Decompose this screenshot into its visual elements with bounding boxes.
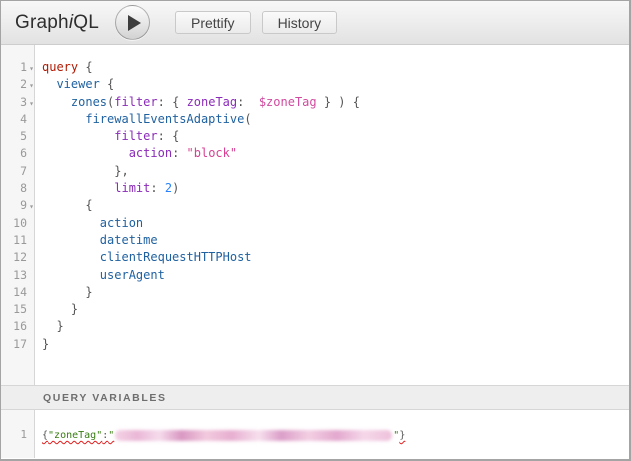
code-line[interactable]: 15 } (1, 302, 629, 319)
line-number: 7 (1, 164, 27, 178)
code-line-text[interactable]: { (36, 198, 93, 212)
logo-text-pre: Graph (15, 12, 69, 33)
code-line[interactable]: 11 datetime (1, 233, 629, 250)
history-button[interactable]: History (262, 11, 338, 34)
code-line-text[interactable]: query { (36, 60, 93, 74)
query-variables-title: QUERY VARIABLES (43, 392, 167, 404)
code-line[interactable]: 17} (1, 337, 629, 354)
code-line-text[interactable]: action: "block" (36, 146, 237, 160)
line-number: 17 (1, 337, 27, 351)
line-number: 16 (1, 319, 27, 333)
line-number: 2 (1, 77, 27, 91)
prettify-button[interactable]: Prettify (175, 11, 251, 34)
execute-query-button[interactable] (115, 5, 150, 40)
code-line-text[interactable]: viewer { (36, 77, 114, 91)
toolbar: GraphiQL Prettify History (1, 1, 629, 45)
line-number: 15 (1, 302, 27, 316)
line-number: 3 (1, 95, 27, 109)
line-number: 14 (1, 285, 27, 299)
code-line[interactable]: 12 clientRequestHTTPHost (1, 250, 629, 267)
code-line[interactable]: 3▾ zones(filter: { zoneTag: $zoneTag } )… (1, 95, 629, 112)
fold-arrow-icon[interactable]: ▾ (29, 202, 34, 211)
code-line-text[interactable]: } (36, 285, 93, 299)
code-line-text[interactable]: clientRequestHTTPHost (36, 250, 252, 264)
code-line[interactable]: 8 limit: 2) (1, 181, 629, 198)
variables-line[interactable]: 1 {"zoneTag":""} (1, 428, 629, 442)
code-line[interactable]: 7 }, (1, 164, 629, 181)
line-number: 12 (1, 250, 27, 264)
code-line[interactable]: 4 firewallEventsAdaptive( (1, 112, 629, 129)
line-number: 13 (1, 268, 27, 282)
code-line[interactable]: 5 filter: { (1, 129, 629, 146)
code-line[interactable]: 9▾ { (1, 198, 629, 215)
code-line[interactable]: 10 action (1, 216, 629, 233)
query-variables-header[interactable]: QUERY VARIABLES (1, 385, 629, 410)
code-line-text[interactable]: } (36, 319, 64, 333)
code-line-text[interactable]: filter: { (36, 129, 179, 143)
query-variables-editor[interactable]: 1 {"zoneTag":""} (1, 410, 629, 458)
app-logo: GraphiQL (15, 12, 99, 34)
graphiql-window: GraphiQL Prettify History 1▾query {2▾ vi… (0, 0, 631, 461)
play-icon (128, 15, 141, 31)
code-line[interactable]: 2▾ viewer { (1, 77, 629, 94)
code-line-text[interactable]: userAgent (36, 268, 165, 282)
line-number: 9 (1, 198, 27, 212)
fold-arrow-icon[interactable]: ▾ (29, 99, 34, 108)
line-number: 8 (1, 181, 27, 195)
line-number: 4 (1, 112, 27, 126)
line-number: 10 (1, 216, 27, 230)
code-line[interactable]: 1▾query { (1, 60, 629, 77)
logo-text-post: QL (73, 12, 99, 33)
code-line-text[interactable]: datetime (36, 233, 158, 247)
fold-arrow-icon[interactable]: ▾ (29, 81, 34, 90)
code-line-text[interactable]: }, (36, 164, 129, 178)
code-line-text[interactable]: action (36, 216, 143, 230)
code-line-text[interactable]: limit: 2) (36, 181, 179, 195)
query-code-lines: 1▾query {2▾ viewer {3▾ zones(filter: { z… (1, 45, 629, 354)
code-line-text[interactable]: firewallEventsAdaptive( (36, 112, 252, 126)
redacted-value (115, 430, 392, 441)
line-number: 1 (1, 60, 27, 74)
line-number: 11 (1, 233, 27, 247)
code-line[interactable]: 16 } (1, 319, 629, 336)
line-number: 5 (1, 129, 27, 143)
code-line[interactable]: 14 } (1, 285, 629, 302)
code-line-text[interactable]: } (36, 337, 49, 351)
code-line[interactable]: 6 action: "block" (1, 146, 629, 163)
code-line[interactable]: 13 userAgent (1, 268, 629, 285)
code-line-text[interactable]: } (36, 302, 78, 316)
line-number: 1 (1, 428, 27, 441)
code-line-text[interactable]: zones(filter: { zoneTag: $zoneTag } ) { (36, 95, 360, 109)
variables-json-text[interactable]: {"zoneTag":""} (36, 430, 405, 441)
fold-arrow-icon[interactable]: ▾ (29, 64, 34, 73)
line-number: 6 (1, 146, 27, 160)
query-editor[interactable]: 1▾query {2▾ viewer {3▾ zones(filter: { z… (1, 45, 629, 385)
